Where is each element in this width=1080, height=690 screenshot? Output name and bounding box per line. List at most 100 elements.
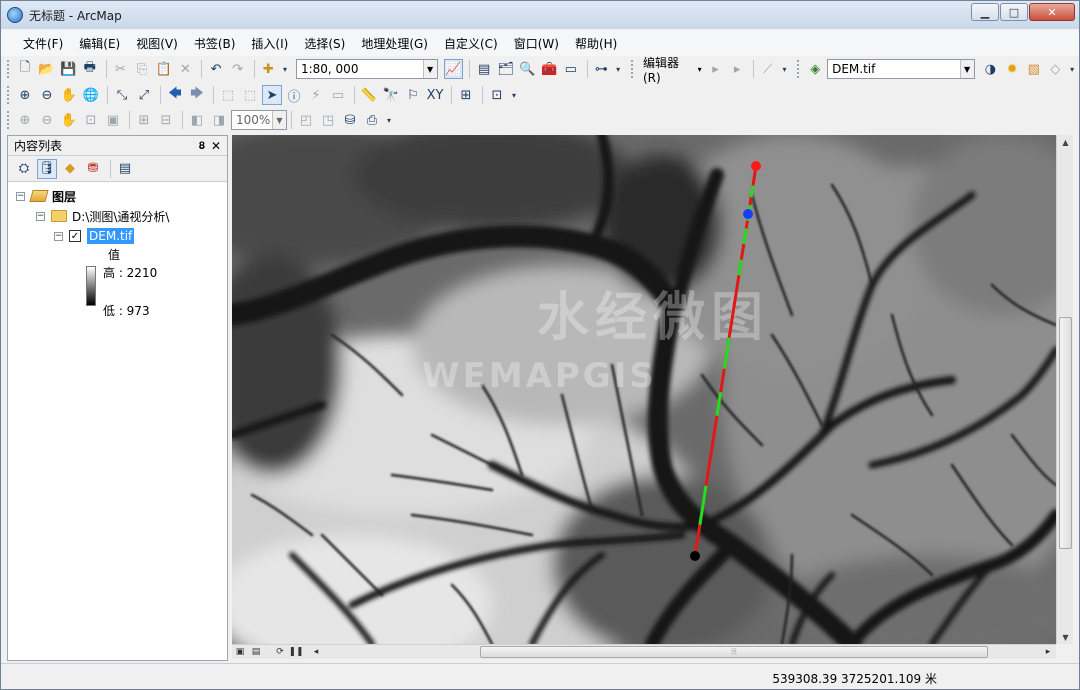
tree-row-dem-layer[interactable]: − ✓ DEM.tif [8,226,227,246]
search-window-icon[interactable]: 🔍 [518,59,538,79]
brightness-icon[interactable]: ✹ [1002,59,1022,79]
menu-edit[interactable]: 编辑(E) [71,35,128,52]
menu-bookmarks[interactable]: 书签(B) [186,35,244,52]
toolbar-grip[interactable] [797,60,801,78]
map-display[interactable]: 水经微图 WEMAPGIS [232,135,1056,644]
toolbar-grip[interactable] [7,111,11,129]
collapse-icon[interactable]: − [36,211,45,221]
contrast-icon[interactable]: ◑ [981,59,1001,79]
fixed-zoom-out-icon[interactable]: ⤢ [134,85,154,105]
copy-icon[interactable]: ⎘ [132,59,152,79]
select-features-icon[interactable]: ⬚ [218,85,238,105]
html-popup-icon[interactable]: ▭ [328,85,348,105]
toolbar-options-icon[interactable]: ▾ [384,110,394,130]
list-by-visibility-icon[interactable]: ◆ [60,159,80,179]
layer-name[interactable]: DEM.tif [87,228,135,244]
menu-windows[interactable]: 窗口(W) [506,35,567,52]
find-binoculars-icon[interactable]: 🔭 [381,85,401,105]
next-page-extent-icon[interactable]: ◨ [209,110,229,130]
layer-combo[interactable]: DEM.tif ▼ [827,59,975,79]
toolbar-grip[interactable] [631,60,635,78]
undo-icon[interactable]: ↶ [206,59,226,79]
edit-tool-icon[interactable]: ▸ [706,59,726,79]
horizontal-scroll-thumb[interactable]: ⦙⦙⦙ [480,646,988,658]
toolbar-grip[interactable] [7,86,11,104]
add-data-dropdown-icon[interactable]: ▾ [280,59,290,79]
menu-file[interactable]: 文件(F) [15,35,71,52]
scroll-up-icon[interactable]: ▲ [1057,135,1074,149]
refresh-icon[interactable]: ⟳ [272,646,288,659]
layer-visibility-checkbox[interactable]: ✓ [69,230,81,242]
menu-view[interactable]: 视图(V) [128,35,186,52]
redo-icon[interactable]: ↷ [228,59,248,79]
cut-icon[interactable]: ✂ [111,59,131,79]
transparency-icon[interactable]: ▧ [1024,59,1044,79]
go-to-xy-icon[interactable]: XY [425,85,445,105]
menu-insert[interactable]: 插入(I) [243,35,296,52]
previous-page-extent-icon[interactable]: ◧ [187,110,207,130]
menu-help[interactable]: 帮助(H) [567,35,625,52]
chevron-down-icon[interactable]: ▼ [422,60,437,78]
pin-icon[interactable]: 𝟖 [199,139,205,153]
data-view-icon[interactable]: ▣ [232,646,248,659]
python-window-icon[interactable]: ▭ [561,59,581,79]
catalog-icon[interactable]: 🗂 [496,59,516,79]
toolbar-options-icon[interactable]: ▾ [1067,59,1077,79]
close-button[interactable]: ✕ [1029,3,1075,21]
menu-customize[interactable]: 自定义(C) [436,35,506,52]
toolbar-options-icon[interactable]: ▾ [509,85,519,105]
forward-extent-icon[interactable]: 🡆 [187,85,207,105]
menu-selection[interactable]: 选择(S) [296,35,353,52]
new-document-icon[interactable]: 🗋 [15,59,35,79]
maximize-button[interactable]: □ [1000,3,1028,21]
editor-menu-button[interactable]: 编辑器(R) ▾ [639,54,706,85]
zoom-out-icon[interactable]: ⊖ [37,85,57,105]
create-viewer-window-icon[interactable]: ⊡ [487,85,507,105]
find-route-icon[interactable]: ⚐ [403,85,423,105]
add-data-icon[interactable]: ✚ [258,59,278,79]
menu-geoprocessing[interactable]: 地理处理(G) [353,35,436,52]
chevron-down-icon[interactable]: ▼ [959,60,974,78]
target-point[interactable] [751,161,761,171]
hyperlink-icon[interactable]: ⚡ [306,85,326,105]
measure-icon[interactable]: 📏 [359,85,379,105]
zoom-percent-combo[interactable]: 100% ▼ [231,110,287,130]
layout-zoom-out-icon[interactable]: ⊖ [37,110,57,130]
focus-data-frame-icon[interactable]: ◳ [318,110,338,130]
scroll-down-icon[interactable]: ▼ [1057,630,1074,644]
change-layout-icon[interactable]: ⛁ [340,110,360,130]
chevron-down-icon[interactable]: ▼ [272,111,286,129]
toolbar-options-icon[interactable]: ▾ [780,59,790,79]
map-scale-combo[interactable]: 1:80, 000 ▼ [295,59,438,79]
close-icon[interactable]: ✕ [211,139,221,153]
pause-drawing-icon[interactable]: ❚❚ [288,646,304,659]
time-slider-icon[interactable]: ⊞ [456,85,476,105]
map-vertical-scrollbar[interactable]: ▲ ▼ [1056,135,1073,644]
zoom-in-icon[interactable]: ⊕ [15,85,35,105]
clear-selection-icon[interactable]: ⬚ [240,85,260,105]
print-icon[interactable]: 🖶 [80,59,100,79]
collapse-icon[interactable]: − [54,231,63,241]
tree-row-layers[interactable]: − 图层 [8,186,227,206]
arctoolbox-icon[interactable]: 🧰 [539,59,559,79]
fixed-zoom-out-page-icon[interactable]: ⊟ [156,110,176,130]
layout-pan-icon[interactable]: ✋ [59,110,79,130]
straight-segment-icon[interactable]: ⟋ [758,59,778,79]
scroll-right-icon[interactable]: ▸ [1040,646,1056,659]
scroll-left-icon[interactable]: ◂ [308,646,324,659]
delete-icon[interactable]: ✕ [176,59,196,79]
observer-point[interactable] [690,551,700,561]
fixed-zoom-in-page-icon[interactable]: ⊞ [134,110,154,130]
list-by-selection-icon[interactable]: ⛃ [83,159,103,179]
paste-icon[interactable]: 📋 [154,59,174,79]
list-by-source-icon[interactable]: 🛢 [37,158,57,179]
toggle-draft-mode-icon[interactable]: ◰ [296,110,316,130]
vertical-scroll-thumb[interactable] [1059,317,1072,549]
obstruction-point[interactable] [743,209,753,219]
layout-view-icon[interactable]: ▤ [248,646,264,659]
toc-options-icon[interactable]: ▤ [115,159,135,179]
identify-icon[interactable]: ⓘ [284,85,304,105]
edit-annotation-icon[interactable]: ▸ [727,59,747,79]
editor-toolbar-icon[interactable]: 📈 [443,59,464,79]
tree-row-folder[interactable]: − D:\测图\通视分析\ [8,206,227,226]
